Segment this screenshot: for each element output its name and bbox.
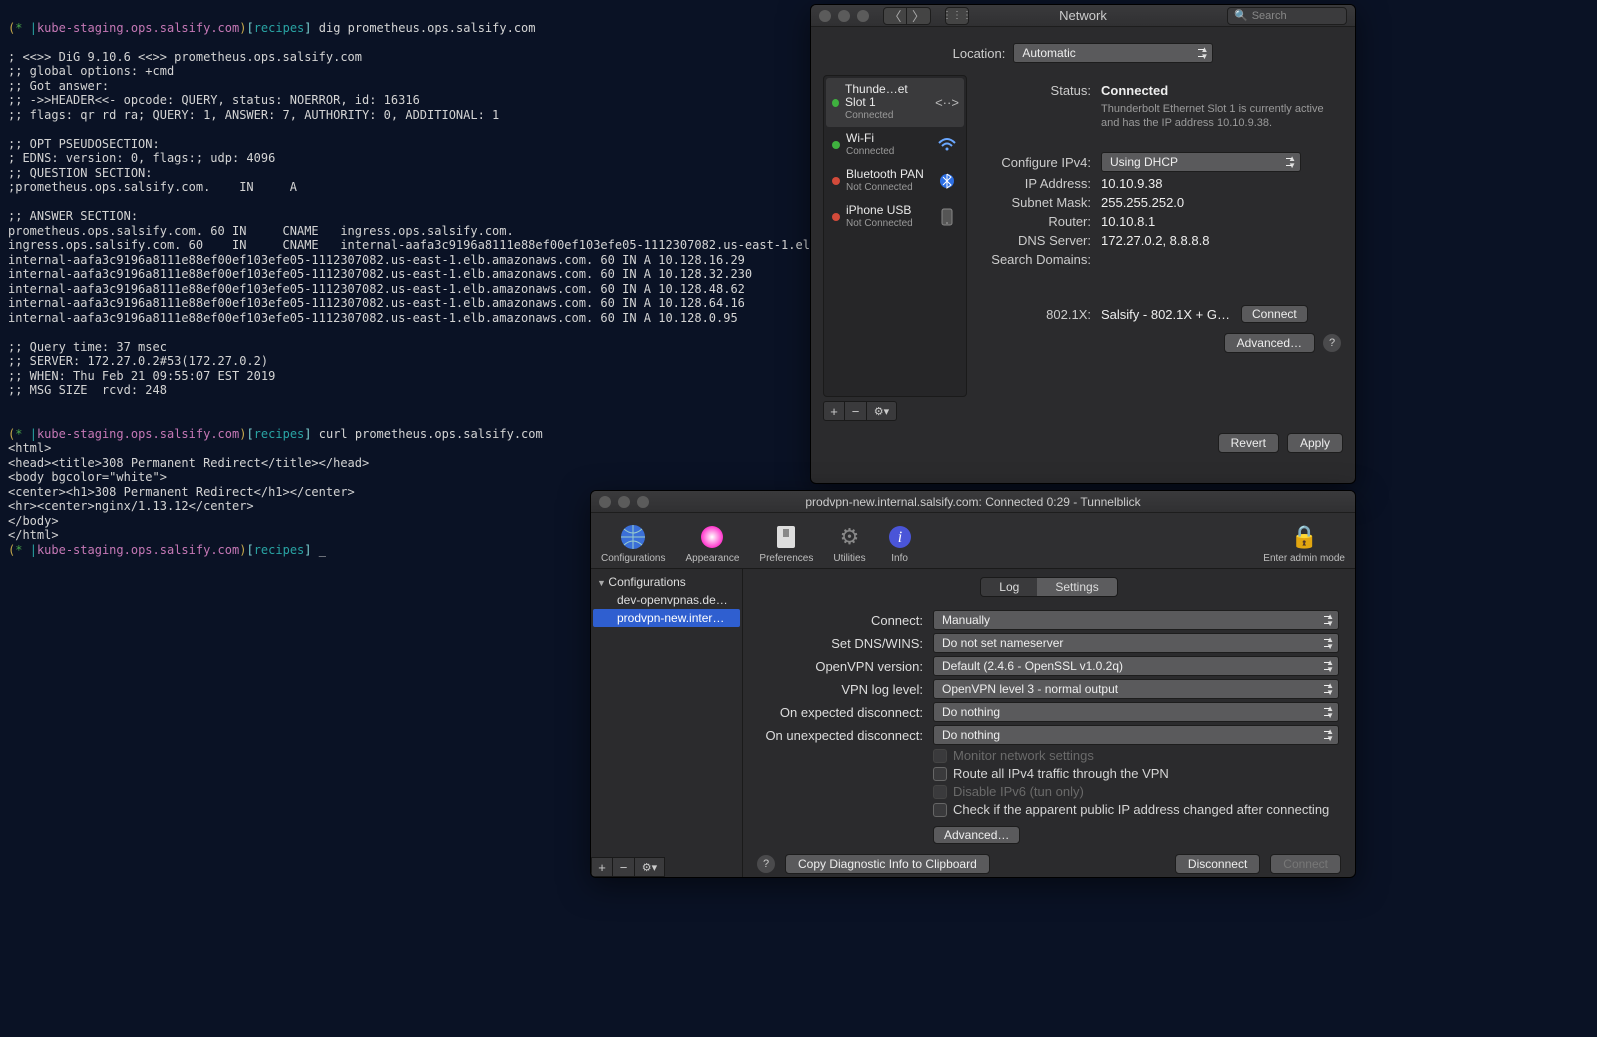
gears-icon: ⚙︎ (835, 523, 863, 551)
advanced-settings-button[interactable]: Advanced… (933, 826, 1020, 844)
tab-bar: Log Settings (980, 577, 1117, 597)
tunnelblick-titlebar[interactable]: prodvpn-new.internal.salsify.com: Connec… (591, 491, 1355, 513)
config-actions-button[interactable]: ⚙︎▾ (635, 857, 665, 877)
dig-output: ; <<>> DiG 9.10.6 <<>> prometheus.ops.sa… (8, 50, 926, 398)
chk-monitor: Monitor network settings (933, 748, 1339, 763)
router-value: 10.10.8.1 (1101, 214, 1155, 229)
config-pane: Configurations dev-openvpnas.de… prodvpn… (591, 569, 743, 877)
tab-log[interactable]: Log (981, 578, 1037, 596)
info-icon: i (886, 523, 914, 551)
status-value: Connected (1101, 83, 1168, 98)
status-dot-icon (832, 99, 839, 107)
revert-button[interactable]: Revert (1218, 433, 1279, 453)
interface-actions-button[interactable]: ⚙︎▾ (867, 401, 897, 421)
dns-select[interactable]: Do not set nameserver▲▼ (933, 633, 1339, 653)
chk-disable-ipv6: Disable IPv6 (tun only) (933, 784, 1339, 799)
config-item-prod[interactable]: prodvpn-new.inter… (593, 609, 740, 627)
ip-value: 10.10.9.38 (1101, 176, 1162, 191)
status-dot-icon (832, 213, 840, 221)
status-dot-icon (832, 177, 840, 185)
remove-config-button[interactable]: − (613, 857, 635, 877)
chk-route-ipv4[interactable]: Route all IPv4 traffic through the VPN (933, 766, 1339, 781)
search-icon: 🔍 (1234, 9, 1248, 22)
cmd-dig: dig prometheus.ops.salsify.com (319, 21, 536, 35)
ethernet-icon: <··> (936, 94, 958, 112)
add-config-button[interactable]: + (591, 857, 613, 877)
status-dot-icon (832, 141, 840, 149)
log-level-select[interactable]: OpenVPN level 3 - normal output▲▼ (933, 679, 1339, 699)
curl-output: <html> <head><title>308 Permanent Redire… (8, 441, 369, 542)
connect-button[interactable]: Connect (1270, 854, 1341, 874)
config-item-dev[interactable]: dev-openvpnas.de… (593, 591, 740, 609)
add-interface-button[interactable]: + (823, 401, 845, 421)
bluetooth-icon (936, 172, 958, 190)
dot1x-value: Salsify - 802.1X + Goo… (1101, 307, 1231, 322)
close-icon[interactable] (819, 10, 831, 22)
forward-button[interactable]: 〉 (907, 7, 931, 25)
cmd-curl: curl prometheus.ops.salsify.com (319, 427, 543, 441)
remove-interface-button[interactable]: − (845, 401, 867, 421)
help-button[interactable]: ? (757, 855, 775, 873)
tunnelblick-window: prodvpn-new.internal.salsify.com: Connec… (590, 490, 1356, 878)
search-input[interactable]: 🔍 Search (1227, 7, 1347, 25)
expected-disconnect-select[interactable]: Do nothing▲▼ (933, 702, 1339, 722)
apply-button[interactable]: Apply (1287, 433, 1343, 453)
svg-text:i: i (897, 529, 901, 546)
minimize-icon[interactable] (618, 496, 630, 508)
tunnelblick-title: prodvpn-new.internal.salsify.com: Connec… (805, 495, 1140, 509)
tab-settings[interactable]: Settings (1037, 578, 1116, 596)
advanced-button[interactable]: Advanced… (1224, 333, 1315, 353)
toolbar-info[interactable]: i Info (886, 523, 914, 564)
location-label: Location: (953, 46, 1006, 61)
mask-value: 255.255.252.0 (1101, 195, 1184, 210)
wifi-icon (936, 136, 958, 154)
traffic-lights[interactable] (599, 496, 649, 508)
toolbar-configurations[interactable]: Configurations (601, 523, 665, 564)
globe-icon (619, 523, 647, 551)
toolbar: Configurations Appearance Preferences ⚙︎… (591, 513, 1355, 569)
disconnect-button[interactable]: Disconnect (1175, 854, 1260, 874)
status-blurb: Thunderbolt Ethernet Slot 1 is currently… (1101, 102, 1331, 130)
back-button[interactable]: 〈 (883, 7, 907, 25)
traffic-lights[interactable] (819, 10, 869, 22)
interface-detail: Status: Connected Thunderbolt Ethernet S… (977, 75, 1343, 421)
network-window: 〈 〉 ⋮⋮⋮ Network 🔍 Search Location: Autom… (810, 4, 1356, 484)
connect-select[interactable]: Manually▲▼ (933, 610, 1339, 630)
interface-iphone-usb[interactable]: iPhone USB Not Connected (826, 199, 964, 235)
copy-diagnostic-button[interactable]: Copy Diagnostic Info to Clipboard (785, 854, 990, 874)
phone-icon (936, 208, 958, 226)
admin-lock[interactable]: 🔒 Enter admin mode (1263, 523, 1345, 564)
chk-public-ip[interactable]: Check if the apparent public IP address … (933, 802, 1339, 817)
interface-wifi[interactable]: Wi-Fi Connected (826, 127, 964, 163)
color-wheel-icon (698, 523, 726, 551)
dot1x-connect-button[interactable]: Connect (1241, 305, 1308, 323)
dns-value: 172.27.0.2, 8.8.8.8 (1101, 233, 1209, 248)
toolbar-preferences[interactable]: Preferences (759, 523, 813, 564)
zoom-icon[interactable] (857, 10, 869, 22)
prompt-cluster: kube-staging.ops.salsify.com (37, 21, 239, 35)
close-icon[interactable] (599, 496, 611, 508)
location-select[interactable]: Automatic ▲▼ (1013, 43, 1213, 63)
interface-thunderbolt[interactable]: Thunde…et Slot 1 Connected <··> (826, 78, 964, 127)
zoom-icon[interactable] (637, 496, 649, 508)
toolbar-utilities[interactable]: ⚙︎ Utilities (833, 523, 865, 564)
minimize-icon[interactable] (838, 10, 850, 22)
interface-list[interactable]: Thunde…et Slot 1 Connected <··> Wi-Fi Co… (823, 75, 967, 397)
switch-icon (772, 523, 800, 551)
cursor: _ (319, 543, 326, 557)
unexpected-disconnect-select[interactable]: Do nothing▲▼ (933, 725, 1339, 745)
window-title: Network (1059, 8, 1107, 23)
interface-bluetooth[interactable]: Bluetooth PAN Not Connected (826, 163, 964, 199)
lock-icon: 🔒 (1290, 523, 1318, 551)
openvpn-version-select[interactable]: Default (2.4.6 - OpenSSL v1.0.2q)▲▼ (933, 656, 1339, 676)
network-titlebar[interactable]: 〈 〉 ⋮⋮⋮ Network 🔍 Search (811, 5, 1355, 27)
settings-panel: Connect:Manually▲▼ Set DNS/WINS:Do not s… (743, 607, 1355, 844)
help-button[interactable]: ? (1323, 334, 1341, 352)
show-all-button[interactable]: ⋮⋮⋮ (945, 7, 969, 25)
configure-ipv4-select[interactable]: Using DHCP▲▼ (1101, 152, 1301, 172)
prompt-dir: recipes (254, 21, 305, 35)
toolbar-appearance[interactable]: Appearance (685, 523, 739, 564)
config-header[interactable]: Configurations (593, 573, 740, 591)
